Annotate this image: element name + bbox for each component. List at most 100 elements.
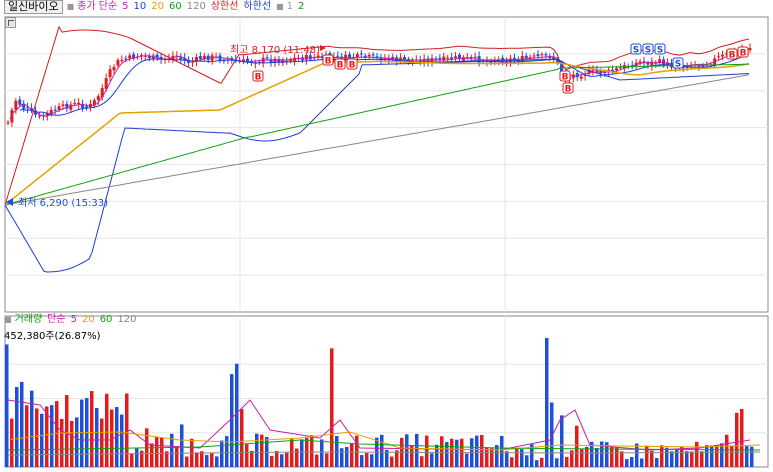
volume-bar — [515, 449, 519, 467]
svg-text:S: S — [675, 60, 681, 70]
candle-body — [544, 54, 548, 56]
buy-signal-icon: B — [346, 58, 358, 71]
ma-120-line — [4, 74, 750, 206]
candle-body — [57, 106, 61, 110]
volume-bar — [180, 424, 184, 467]
candle-body — [536, 54, 540, 57]
candle-body — [473, 56, 477, 58]
volume-bar — [670, 451, 674, 467]
volume-bar — [640, 458, 644, 467]
volume-bar — [720, 443, 724, 467]
volume-bar — [135, 448, 139, 467]
volume-ma-60-label: 60 — [99, 314, 113, 325]
volume-bar — [390, 456, 394, 467]
volume-bar — [150, 443, 154, 467]
candle-body — [367, 54, 371, 57]
volume-readout: 452,380주(26.87%) — [4, 331, 101, 342]
volume-bar — [545, 338, 549, 467]
buy-signal-icon: B — [562, 82, 574, 95]
svg-text:B: B — [255, 73, 262, 83]
volume-bar — [10, 418, 14, 467]
sell-signal-icon: S — [630, 43, 642, 56]
candle-body — [454, 56, 458, 59]
volume-bar — [440, 436, 444, 467]
volume-bar — [535, 460, 539, 467]
svg-text:S: S — [645, 46, 651, 56]
volume-bar — [155, 436, 159, 467]
svg-text:B: B — [349, 61, 356, 71]
volume-bar — [525, 455, 529, 467]
svg-text:S: S — [657, 46, 663, 56]
volume-bar — [95, 407, 99, 467]
volume-bar — [20, 381, 24, 467]
candle-body — [85, 106, 89, 108]
volume-bar — [615, 447, 619, 467]
candle-body — [615, 68, 619, 71]
volume-bar — [745, 446, 749, 467]
volume-bar — [225, 436, 229, 467]
volume-bar — [270, 455, 274, 467]
volume-bar — [120, 414, 124, 467]
candle-body — [748, 48, 752, 51]
volume-bar — [560, 415, 564, 467]
volume-bar — [505, 451, 509, 467]
volume-bar — [510, 457, 514, 467]
volume-bar — [100, 418, 104, 467]
volume-bar — [300, 439, 304, 467]
volume-bar — [160, 437, 164, 467]
candle-body — [611, 69, 615, 72]
candle-body — [69, 104, 73, 110]
volume-bar — [380, 434, 384, 467]
candle-body — [14, 100, 18, 110]
volume-title: 거래량 — [14, 314, 43, 325]
candle-body — [120, 59, 124, 62]
candle-body — [128, 55, 132, 59]
volume-bar — [705, 445, 709, 467]
candle-body — [37, 115, 41, 117]
candle-body — [198, 56, 202, 59]
volume-bar — [350, 443, 354, 467]
svg-text:B: B — [337, 61, 344, 71]
volume-bar — [710, 445, 714, 467]
volume-bar — [195, 452, 199, 467]
volume-bar — [125, 393, 129, 467]
volume-bar — [455, 439, 459, 467]
candle-body — [532, 55, 536, 57]
volume-bar — [340, 448, 344, 467]
volume-bar — [580, 449, 584, 467]
volume-bar — [735, 412, 739, 467]
candle-body — [112, 66, 116, 71]
candle-body — [73, 103, 77, 105]
volume-bar — [35, 408, 39, 467]
svg-text:B: B — [729, 51, 736, 61]
candle-body — [124, 58, 128, 60]
volume-bar — [695, 441, 699, 467]
sell-signal-icon: S — [642, 43, 654, 56]
volume-bar — [625, 459, 629, 467]
volume-bar — [585, 446, 589, 467]
volume-bar — [175, 446, 179, 467]
volume-bar — [5, 344, 9, 467]
volume-bar — [475, 435, 479, 467]
candle-body — [6, 122, 10, 124]
buy-signal-icon: B — [322, 54, 334, 67]
volume-bar — [575, 425, 579, 467]
candle-body — [18, 99, 22, 105]
volume-bar — [325, 453, 329, 467]
volume-bar — [355, 435, 359, 467]
candle-body — [721, 54, 725, 57]
volume-bar — [700, 451, 704, 467]
candle-body — [469, 57, 473, 59]
volume-bar — [435, 444, 439, 467]
volume-bar — [185, 456, 189, 467]
volume-ma-label: 단순 — [47, 314, 66, 325]
volume-bar — [215, 456, 219, 467]
volume-bar — [405, 434, 409, 467]
volume-bar — [295, 448, 299, 467]
volume-bar — [520, 449, 524, 467]
volume-bar — [650, 450, 654, 467]
svg-text:B: B — [562, 73, 569, 83]
volume-bar — [335, 436, 339, 467]
legend-marker-icon: ■ — [4, 315, 12, 324]
volume-bar — [565, 456, 569, 467]
